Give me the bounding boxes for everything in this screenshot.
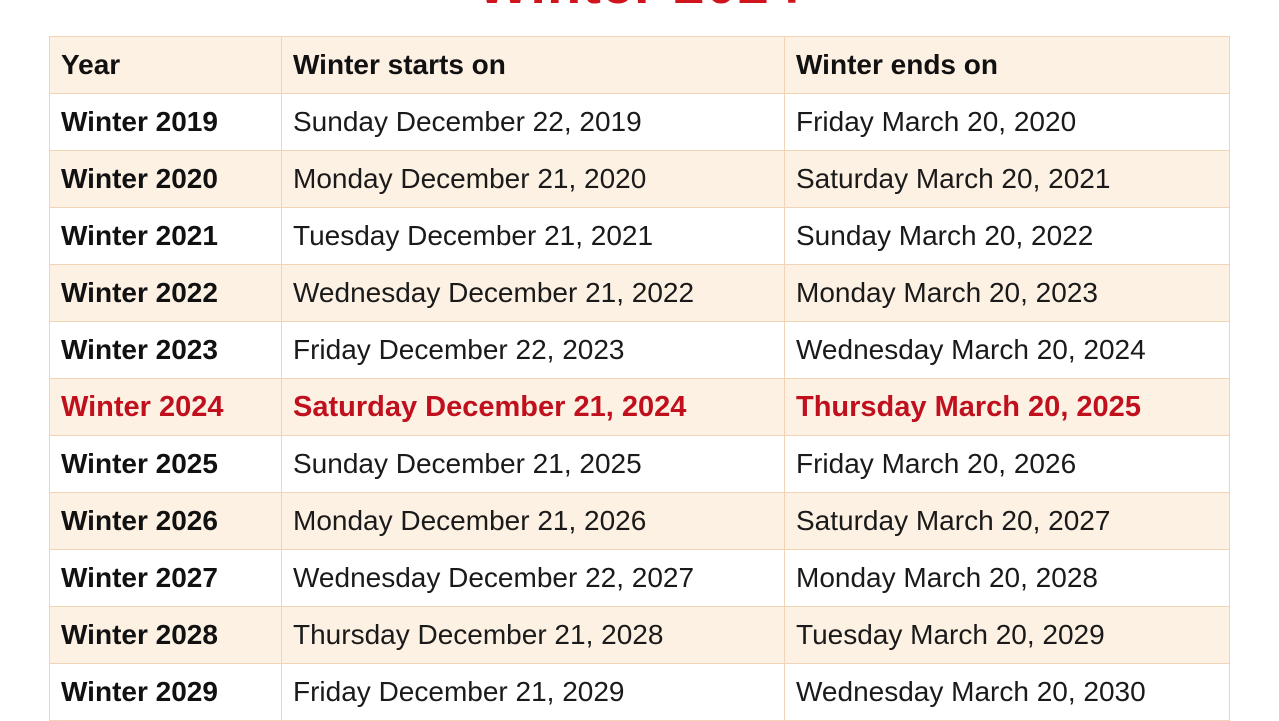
cell-winter-start: Wednesday December 21, 2022 — [281, 264, 785, 322]
cell-winter-end: Friday March 20, 2020 — [784, 93, 1230, 151]
cell-winter-start: Monday December 21, 2020 — [281, 150, 785, 208]
cell-year: Winter 2027 — [49, 549, 282, 607]
cell-winter-end: Sunday March 20, 2022 — [784, 207, 1230, 265]
cell-winter-start: Tuesday December 21, 2021 — [281, 207, 785, 265]
header-year: Year — [49, 36, 282, 94]
table-row: Winter 2019 Sunday December 22, 2019 Frida… — [49, 93, 1230, 151]
cell-year: Winter 2022 — [49, 264, 282, 322]
cell-winter-start: Friday December 21, 2029 — [281, 663, 785, 721]
table-header-row: Year Winter starts on Winter ends on — [49, 36, 1230, 94]
cell-year: Winter 2026 — [49, 492, 282, 550]
cell-year: Winter 2019 — [49, 93, 282, 151]
cell-year: Winter 2028 — [49, 606, 282, 664]
table-row: Winter 2021 Tuesday December 21, 2021 Sund… — [49, 207, 1230, 265]
cell-winter-start: Sunday December 22, 2019 — [281, 93, 785, 151]
cell-winter-start: Thursday December 21, 2028 — [281, 606, 785, 664]
cell-winter-start: Saturday December 21, 2024 — [281, 378, 785, 436]
cell-year: Winter 2021 — [49, 207, 282, 265]
table-row: Winter 2023 Friday December 22, 2023 Wedne… — [49, 321, 1230, 379]
cell-winter-end: Saturday March 20, 2027 — [784, 492, 1230, 550]
cell-winter-end: Saturday March 20, 2021 — [784, 150, 1230, 208]
cell-winter-start: Sunday December 21, 2025 — [281, 435, 785, 493]
cell-winter-end: Tuesday March 20, 2029 — [784, 606, 1230, 664]
table-row: Winter 2026 Monday December 21, 2026 Satur… — [49, 492, 1230, 550]
cell-winter-end: Thursday March 20, 2025 — [784, 378, 1230, 436]
table-row: Winter 2020 Monday December 21, 2020 Satur… — [49, 150, 1230, 208]
table-row-highlighted: Winter 2024 Saturday December 21, 2024 Thu… — [49, 378, 1230, 436]
cell-winter-start: Wednesday December 22, 2027 — [281, 549, 785, 607]
cell-winter-end: Friday March 20, 2026 — [784, 435, 1230, 493]
header-winter-ends: Winter ends on — [784, 36, 1230, 94]
table-body: Winter 2019 Sunday December 22, 2019 Frida… — [49, 93, 1230, 721]
table-row: Winter 2025 Sunday December 21, 2025 Frida… — [49, 435, 1230, 493]
table-row: Winter 2029 Friday December 21, 2029 Wedne… — [49, 663, 1230, 721]
cell-year: Winter 2029 — [49, 663, 282, 721]
cell-winter-end: Wednesday March 20, 2024 — [784, 321, 1230, 379]
cell-year: Winter 2024 — [49, 378, 282, 436]
page-title: Winter 2024 — [0, 0, 1279, 12]
header-winter-starts: Winter starts on — [281, 36, 785, 94]
winter-dates-table: Year Winter starts on Winter ends on Win… — [49, 36, 1230, 721]
cell-winter-end: Monday March 20, 2023 — [784, 264, 1230, 322]
table-row: Winter 2027 Wednesday December 22, 2027 Mo… — [49, 549, 1230, 607]
cell-winter-end: Monday March 20, 2028 — [784, 549, 1230, 607]
table-row: Winter 2022 Wednesday December 21, 2022 Mo… — [49, 264, 1230, 322]
cell-year: Winter 2020 — [49, 150, 282, 208]
cell-year: Winter 2023 — [49, 321, 282, 379]
cell-winter-start: Friday December 22, 2023 — [281, 321, 785, 379]
table-row: Winter 2028 Thursday December 21, 2028 Tue… — [49, 606, 1230, 664]
cell-winter-end: Wednesday March 20, 2030 — [784, 663, 1230, 721]
cell-winter-start: Monday December 21, 2026 — [281, 492, 785, 550]
cell-year: Winter 2025 — [49, 435, 282, 493]
